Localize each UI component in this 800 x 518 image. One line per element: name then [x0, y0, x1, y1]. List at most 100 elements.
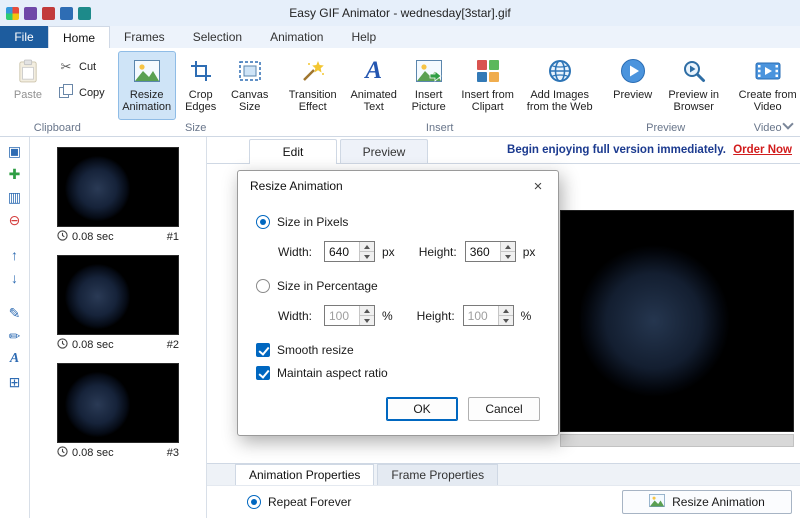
width-unit: px — [382, 244, 395, 259]
tab-frame-properties[interactable]: Frame Properties — [377, 464, 499, 485]
size-in-pixels-option[interactable]: Size in Pixels — [256, 215, 540, 229]
size-in-percentage-option[interactable]: Size in Percentage — [256, 279, 540, 293]
clock-icon — [57, 446, 68, 460]
width-percent-input[interactable] — [325, 306, 359, 325]
move-frame-down-icon[interactable]: ↓ — [11, 270, 18, 286]
group-label-clipboard: Clipboard — [33, 122, 81, 134]
tab-frames[interactable]: Frames — [110, 26, 179, 48]
cancel-button[interactable]: Cancel — [468, 397, 540, 421]
copy-button[interactable]: Copy — [52, 79, 111, 106]
frame-list-item[interactable]: 0.08 sec #1 — [57, 147, 179, 244]
tab-edit[interactable]: Edit — [249, 139, 337, 164]
main-area: ▣ ✚ ▥ ⊖ ↑ ↓ ✎ ✏ A ⊞ 0.08 sec #1 0.08 sec… — [0, 137, 800, 518]
export-frame-icon[interactable]: ▣ — [8, 143, 21, 159]
ok-button[interactable]: OK — [386, 397, 458, 421]
spinner-up-icon[interactable] — [360, 242, 374, 252]
repeat-forever-option[interactable]: Repeat Forever — [247, 495, 351, 509]
height-unit: px — [522, 244, 536, 259]
spinner-down-icon[interactable] — [498, 316, 513, 325]
resize-animation-button[interactable]: Resize Animation — [117, 51, 176, 120]
spinner-down-icon[interactable] — [360, 252, 374, 261]
spinner-up-icon[interactable] — [360, 306, 374, 316]
size-in-pixels-radio[interactable] — [256, 215, 270, 229]
grid-view-icon[interactable]: ⊞ — [9, 374, 21, 390]
transition-effect-button[interactable]: Transition Effect — [282, 51, 344, 120]
tab-selection[interactable]: Selection — [179, 26, 256, 48]
animation-canvas[interactable] — [560, 210, 794, 432]
picture-icon — [649, 494, 665, 510]
paste-button[interactable]: Paste — [5, 51, 51, 120]
percentage-fields-row: Width: % Height: — [278, 305, 540, 326]
close-icon[interactable]: × — [518, 171, 558, 201]
crop-edges-button[interactable]: Crop Edges — [178, 51, 224, 120]
preview-button[interactable]: Preview — [606, 51, 660, 120]
spinner-down-icon[interactable] — [360, 316, 374, 325]
export-icon[interactable] — [42, 6, 55, 20]
spinner-up-icon[interactable] — [500, 242, 515, 252]
add-frame-icon[interactable]: ✚ — [9, 166, 21, 182]
add-images-from-web-button[interactable]: Add Images from the Web — [522, 51, 598, 120]
delete-frame-icon[interactable]: ⊖ — [9, 212, 21, 228]
insert-picture-button[interactable]: Insert Picture — [404, 51, 454, 120]
edit-frame-icon[interactable]: ✎ — [9, 305, 21, 321]
height-pixels-input[interactable] — [465, 242, 500, 261]
width-pixels-input[interactable] — [325, 242, 359, 261]
size-in-pixels-label: Size in Pixels — [277, 215, 349, 229]
frame-thumbnail[interactable] — [57, 255, 179, 335]
maintain-aspect-checkbox[interactable] — [256, 366, 270, 380]
undo-icon[interactable] — [78, 6, 91, 20]
paste-icon — [18, 56, 38, 86]
ribbon-group-insert: Transition Effect A Animated Text Insert… — [279, 50, 601, 136]
smooth-resize-checkbox[interactable] — [256, 343, 270, 357]
clock-icon — [57, 230, 68, 244]
open-icon[interactable] — [60, 6, 73, 20]
canvas-scrollbar[interactable] — [560, 434, 794, 447]
save-icon[interactable] — [24, 6, 37, 20]
maintain-aspect-option[interactable]: Maintain aspect ratio — [256, 366, 540, 380]
file-menu-button[interactable]: File — [0, 26, 48, 48]
resize-animation-shortcut-label: Resize Animation — [672, 495, 765, 509]
resize-animation-dialog: Resize Animation × Size in Pixels Width: — [237, 170, 559, 436]
smooth-resize-option[interactable]: Smooth resize — [256, 343, 540, 357]
tab-animation[interactable]: Animation — [256, 26, 337, 48]
play-icon — [620, 56, 646, 86]
group-label-preview: Preview — [646, 122, 686, 134]
tab-preview[interactable]: Preview — [340, 139, 428, 163]
tab-help[interactable]: Help — [337, 26, 390, 48]
frame-thumbnail[interactable] — [57, 147, 179, 227]
ribbon-group-preview: Preview Preview in Browser Preview — [603, 50, 729, 136]
window-title: Easy GIF Animator - wednesday[3star].gif — [289, 6, 511, 20]
transition-effect-label: Transition Effect — [288, 89, 337, 113]
canvas-size-button[interactable]: Canvas Size — [226, 51, 274, 120]
dialog-title-bar[interactable]: Resize Animation × — [238, 171, 558, 201]
resize-animation-shortcut-button[interactable]: Resize Animation — [622, 490, 792, 514]
insert-from-clipart-label: Insert from Clipart — [461, 89, 514, 113]
size-in-percentage-radio[interactable] — [256, 279, 270, 293]
dialog-title: Resize Animation — [250, 179, 343, 193]
spinner-up-icon[interactable] — [498, 306, 513, 316]
create-from-video-button[interactable]: Create from Video — [734, 51, 800, 120]
spinner-down-icon[interactable] — [500, 252, 515, 261]
draw-tool-icon[interactable]: ✏ — [9, 328, 21, 344]
move-frame-up-icon[interactable]: ↑ — [11, 247, 18, 263]
height-percent-input[interactable] — [463, 306, 498, 325]
workspace-tabs: Edit Preview Begin enjoying full version… — [207, 137, 800, 164]
frame-list-item[interactable]: 0.08 sec #3 — [57, 363, 179, 460]
group-label-size: Size — [184, 122, 207, 134]
frame-list-item[interactable]: 0.08 sec #2 — [57, 255, 179, 352]
repeat-forever-label: Repeat Forever — [268, 495, 352, 509]
order-now-link[interactable]: Order Now — [733, 144, 792, 156]
repeat-forever-radio[interactable] — [247, 495, 261, 509]
dialog-body: Size in Pixels Width: px — [238, 201, 558, 435]
maintain-aspect-label: Maintain aspect ratio — [277, 366, 388, 380]
tab-home[interactable]: Home — [48, 26, 111, 49]
frame-thumbnail[interactable] — [57, 363, 179, 443]
cut-button[interactable]: ✂ Cut — [52, 55, 111, 79]
duplicate-frame-icon[interactable]: ▥ — [8, 189, 21, 205]
tab-animation-properties[interactable]: Animation Properties — [235, 464, 375, 485]
animated-text-button[interactable]: A Animated Text — [346, 51, 402, 120]
frame-caption: 0.08 sec #2 — [57, 338, 179, 352]
insert-from-clipart-button[interactable]: Insert from Clipart — [456, 51, 520, 120]
text-tool-icon[interactable]: A — [10, 351, 19, 367]
preview-in-browser-button[interactable]: Preview in Browser — [662, 51, 726, 120]
